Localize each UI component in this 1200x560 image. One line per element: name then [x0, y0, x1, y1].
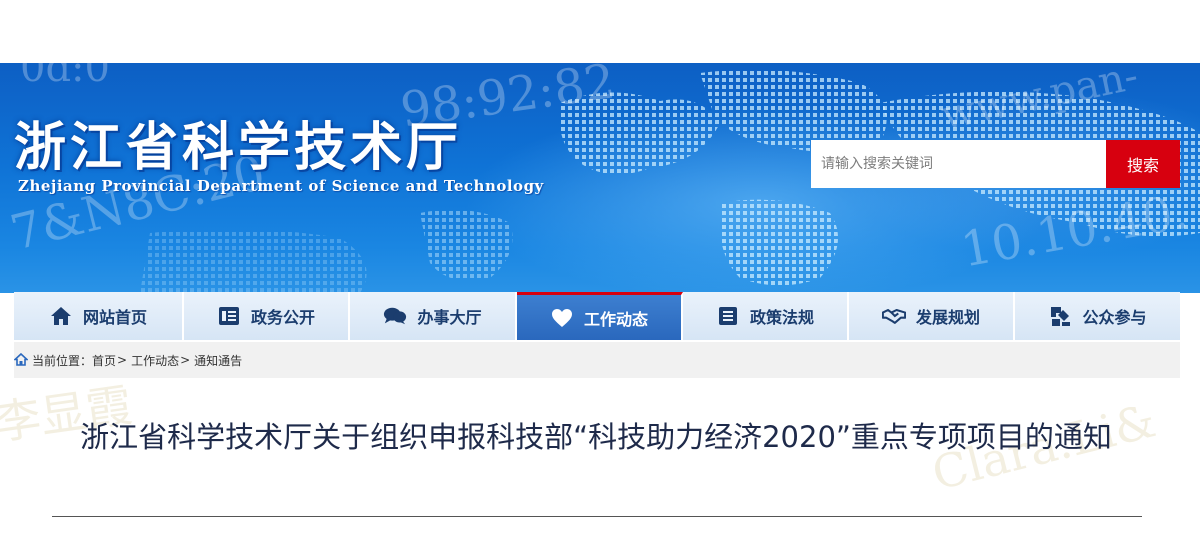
- breadcrumb-work-news[interactable]: 工作动态: [131, 352, 179, 369]
- breadcrumb-separator: >: [180, 353, 191, 367]
- nav-item-label: 发展规划: [915, 308, 980, 327]
- handshake-icon: [881, 305, 906, 327]
- site-banner: 0d:0 7&N8C:20 98:92:82 www.pan- 10.10.40…: [0, 63, 1200, 293]
- nav-item-label: 政务公开: [250, 308, 315, 327]
- document-list-icon: [217, 305, 241, 327]
- breadcrumb-prefix: 当前位置：: [32, 353, 93, 368]
- breadcrumb-notices[interactable]: 通知通告: [194, 352, 242, 369]
- article-title: 浙江省科学技术厅关于组织申报科技部“科技助力经济2020”重点专项项目的通知: [80, 420, 1112, 454]
- nav-item-policies[interactable]: 政策法规: [683, 292, 849, 340]
- breadcrumb-separator: >: [117, 353, 128, 367]
- nav-item-label: 网站首页: [82, 308, 147, 327]
- site-subtitle: Zhejiang Provincial Department of Scienc…: [18, 177, 544, 195]
- nav-item-label: 工作动态: [583, 309, 648, 329]
- home-icon: [49, 305, 73, 327]
- nav-item-home[interactable]: 网站首页: [14, 292, 184, 340]
- nav-item-development-plan[interactable]: 发展规划: [849, 292, 1015, 340]
- nav-item-label: 办事大厅: [417, 308, 482, 327]
- breadcrumb: 当前位置： 首页 > 工作动态 > 通知通告: [14, 342, 1180, 378]
- nav-item-label: 公众参与: [1082, 308, 1147, 327]
- nav-item-label: 政策法规: [749, 308, 814, 327]
- breadcrumb-home[interactable]: 首页: [92, 352, 116, 369]
- nav-item-work-news[interactable]: 工作动态: [517, 292, 683, 340]
- site-title: 浙江省科学技术厅: [14, 117, 463, 178]
- participation-icon: [1048, 305, 1072, 327]
- nav-item-government-affairs[interactable]: 政务公开: [184, 292, 350, 340]
- search-button[interactable]: 搜索: [1106, 140, 1180, 188]
- location-home-icon: [14, 353, 28, 367]
- nav-item-service-hall[interactable]: 办事大厅: [350, 292, 517, 340]
- search-input[interactable]: [811, 140, 1107, 188]
- title-divider: [52, 516, 1142, 517]
- main-nav: 网站首页 政务公开 办事大厅 工作动态 政策法规 发展规划 公众参与: [14, 292, 1180, 340]
- nav-item-public-participation[interactable]: 公众参与: [1015, 292, 1180, 340]
- list-icon: [716, 305, 740, 327]
- chat-bubbles-icon: [383, 305, 407, 327]
- heart-icon: [550, 307, 574, 329]
